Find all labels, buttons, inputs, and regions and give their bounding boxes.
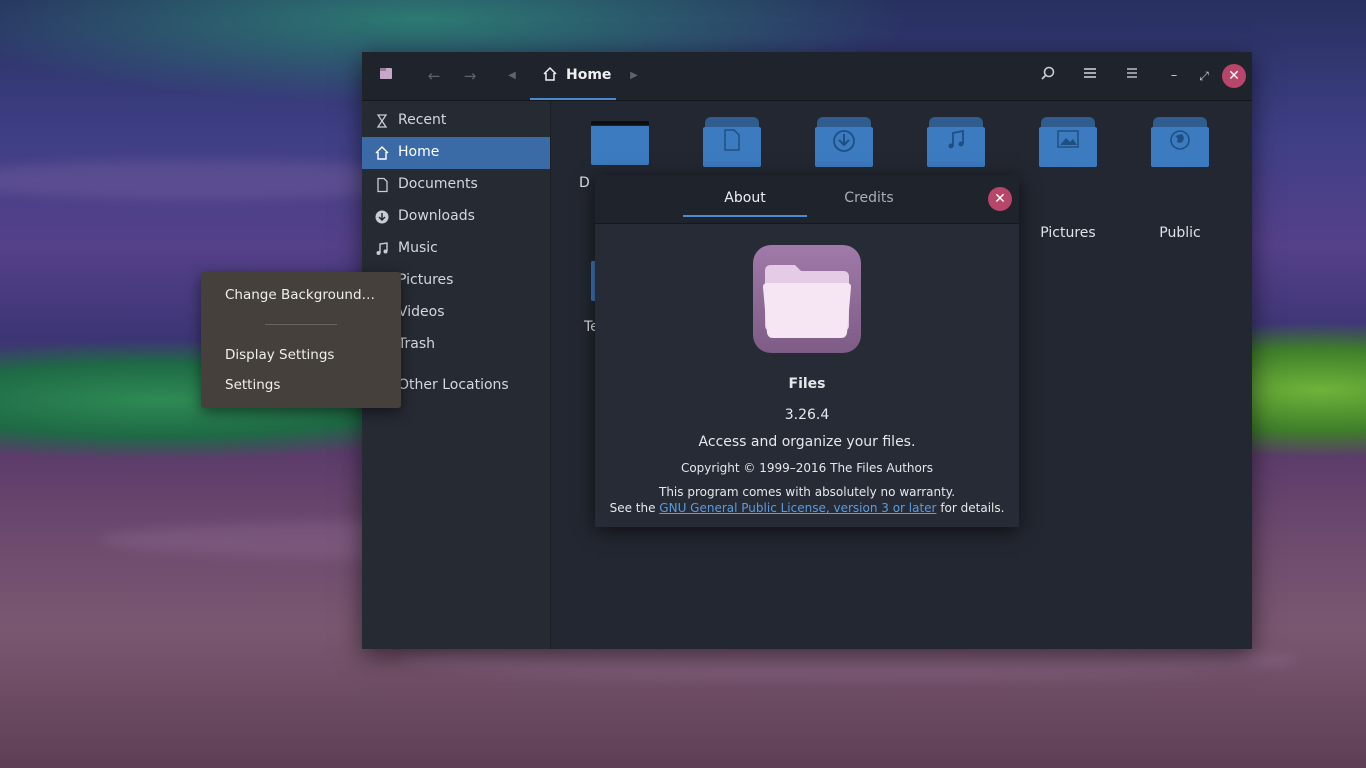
back-arrow-icon[interactable]: ← [422,64,446,88]
path-left-icon[interactable]: ◀ [500,64,524,88]
app-menu-icon[interactable] [374,64,398,88]
sidebar-item-label: Trash [398,336,435,352]
sidebar-item-label: Pictures [398,272,454,288]
menu-item-display-settings[interactable]: Display Settings [225,347,334,363]
folder-music[interactable] [927,117,985,167]
download-icon [815,129,873,158]
sidebar-item-label: Music [398,240,438,256]
home-icon [374,145,390,161]
files-app-icon [753,245,861,353]
path-right-icon[interactable]: ▶ [622,64,646,88]
clock-icon [374,113,390,129]
headerbar: ← → ◀ Home ▶ – ⤢ ✕ [362,52,1252,101]
sidebar-item-label: Documents [398,176,478,192]
path-bar-home[interactable]: Home [530,52,616,100]
download-icon [374,209,390,225]
menu-separator [265,324,337,325]
tab-credits[interactable]: Credits [807,175,931,215]
folder-documents[interactable] [703,117,761,167]
search-icon[interactable] [1036,64,1060,88]
warranty-text: This program comes with absolutely no wa… [658,485,956,499]
license-text: See the GNU General Public License, vers… [595,501,1019,515]
minimize-icon[interactable]: – [1162,64,1186,88]
sidebar-item-music[interactable]: Music [362,233,550,265]
picture-icon [1039,129,1097,153]
music-note-icon [927,129,985,156]
folder-pictures[interactable] [1039,117,1097,167]
folder-public[interactable] [1151,117,1209,167]
sidebar-item-recent[interactable]: Recent [362,105,550,137]
app-copyright: Copyright © 1999–2016 The Files Authors [680,461,934,475]
maximize-icon[interactable]: ⤢ [1192,64,1216,88]
sidebar-item-label: Videos [398,304,445,320]
document-icon [703,129,761,156]
music-note-icon [374,241,390,257]
about-dialog: About Credits ✕ Files 3.26.4 Access and … [595,175,1019,527]
globe-icon [1151,129,1209,156]
app-description: Access and organize your files. [698,434,916,450]
sidebar-item-label: Other Locations [398,377,509,393]
license-link[interactable]: GNU General Public License, version 3 or… [659,501,936,515]
menu-item-change-background[interactable]: Change Background… [225,287,375,303]
desktop-context-menu: Change Background… Display Settings Sett… [201,272,401,408]
sidebar-item-label: Home [398,144,440,160]
folder-desktop[interactable] [591,117,649,167]
sidebar-item-documents[interactable]: Documents [362,169,550,201]
app-version: 3.26.4 [784,407,830,423]
sidebar-item-label: Downloads [398,208,475,224]
folder-label: Pictures [1040,225,1096,241]
folder-label: Public [1159,225,1201,241]
tab-about[interactable]: About [683,175,807,217]
menu-item-settings[interactable]: Settings [225,377,280,393]
document-icon [374,177,390,193]
sidebar-item-home[interactable]: Home [362,137,550,169]
sidebar-item-label: Recent [398,112,447,128]
folder-downloads[interactable] [815,117,873,167]
view-options-icon[interactable] [1078,64,1102,88]
menu-icon[interactable] [1120,64,1144,88]
app-name: Files [788,376,826,392]
license-suffix: for details. [936,501,1005,515]
path-label: Home [566,67,612,83]
window-close-button[interactable]: ✕ [1222,64,1246,88]
home-icon [542,66,558,86]
license-prefix: See the [609,501,660,515]
about-dialog-header: About Credits ✕ [595,175,1019,224]
sidebar-item-downloads[interactable]: Downloads [362,201,550,233]
forward-arrow-icon[interactable]: → [458,64,482,88]
about-close-button[interactable]: ✕ [988,187,1012,211]
